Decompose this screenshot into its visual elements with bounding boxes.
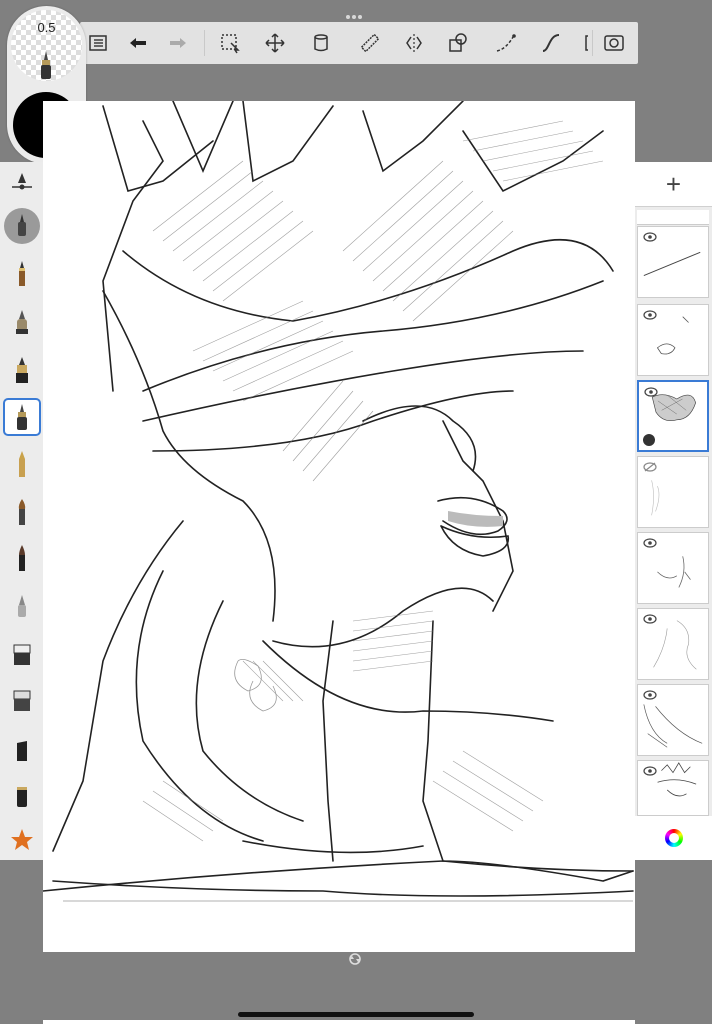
canvas-edge <box>43 1020 635 1024</box>
sketch-artwork <box>43 101 634 902</box>
layer-thumbnail[interactable] <box>637 304 709 376</box>
redo-icon[interactable] <box>162 27 194 59</box>
paintbrush-icon[interactable] <box>4 494 40 530</box>
current-brush-icon[interactable] <box>4 208 40 244</box>
symmetry-icon[interactable] <box>398 27 430 59</box>
layer-thumbnail[interactable] <box>637 532 709 604</box>
home-indicator[interactable] <box>238 1012 474 1017</box>
rotate-handle-icon[interactable] <box>348 952 362 966</box>
stroke-guide-icon[interactable] <box>490 27 522 59</box>
chisel-icon[interactable] <box>4 732 40 768</box>
color-editor-button[interactable] <box>635 816 712 860</box>
steady-stroke-icon[interactable] <box>535 27 567 59</box>
block-icon[interactable] <box>4 778 40 814</box>
add-layer-button[interactable]: + <box>635 162 712 207</box>
layer-thumbnail[interactable] <box>637 226 709 298</box>
layer-editor-panel: + <box>635 162 712 860</box>
inker-icon[interactable] <box>4 352 40 388</box>
transform-icon[interactable] <box>259 27 291 59</box>
fullscreen-icon[interactable] <box>598 27 630 59</box>
shapes-icon[interactable] <box>442 27 474 59</box>
toolbar-divider <box>204 30 205 56</box>
favorites-star-icon[interactable] <box>4 822 40 858</box>
color-wheel-icon[interactable] <box>664 829 683 847</box>
brush-properties-icon[interactable] <box>4 166 40 202</box>
airbrush-icon[interactable] <box>4 304 40 340</box>
drawing-canvas[interactable] <box>43 101 635 952</box>
ruler-icon[interactable] <box>354 27 386 59</box>
toolbar-divider <box>592 30 593 56</box>
fine-pen-icon[interactable] <box>3 398 41 436</box>
layer-thumbnail[interactable] <box>637 684 709 756</box>
brush-size-label: 0.5 <box>37 20 56 35</box>
blend-mode-icon[interactable] <box>643 434 655 446</box>
fountain-pen-icon[interactable] <box>4 446 40 482</box>
selection-icon[interactable] <box>214 27 246 59</box>
layer-thumbnail[interactable] <box>637 456 709 528</box>
marker-icon[interactable] <box>4 540 40 576</box>
smudge-icon[interactable] <box>4 588 40 624</box>
undo-icon[interactable] <box>122 27 154 59</box>
fill-icon[interactable] <box>305 27 337 59</box>
eraser-soft-icon[interactable] <box>4 682 40 718</box>
pencil-icon[interactable] <box>4 256 40 292</box>
layers-list-icon[interactable] <box>82 27 114 59</box>
brush-tip-icon <box>41 51 51 79</box>
layer-thumbnail[interactable] <box>637 380 709 452</box>
window-grabber[interactable] <box>346 6 366 19</box>
eraser-hard-icon[interactable] <box>4 636 40 672</box>
top-toolbar <box>80 22 638 64</box>
layer-thumbnail[interactable] <box>637 760 709 816</box>
brush-library-panel <box>0 162 44 860</box>
layer-thumbnail[interactable] <box>637 608 709 680</box>
layer-stub[interactable] <box>637 210 709 225</box>
